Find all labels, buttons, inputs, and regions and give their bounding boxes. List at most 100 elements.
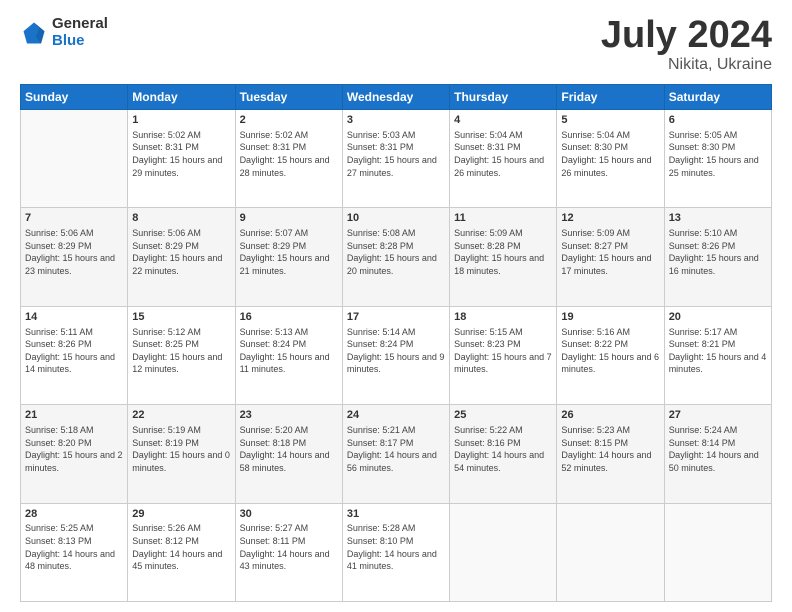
col-saturday: Saturday — [664, 85, 771, 110]
day-number: 16 — [240, 310, 338, 325]
day-info: Sunrise: 5:27 AMSunset: 8:11 PMDaylight:… — [240, 522, 338, 572]
col-thursday: Thursday — [450, 85, 557, 110]
col-sunday: Sunday — [21, 85, 128, 110]
day-info: Sunrise: 5:11 AMSunset: 8:26 PMDaylight:… — [25, 326, 123, 376]
title-block: July 2024 Nikita, Ukraine — [601, 16, 772, 74]
day-info: Sunrise: 5:15 AMSunset: 8:23 PMDaylight:… — [454, 326, 552, 376]
day-info: Sunrise: 5:18 AMSunset: 8:20 PMDaylight:… — [25, 424, 123, 474]
table-row: 3Sunrise: 5:03 AMSunset: 8:31 PMDaylight… — [342, 110, 449, 208]
day-number: 31 — [347, 507, 445, 522]
day-number: 5 — [561, 113, 659, 128]
day-info: Sunrise: 5:28 AMSunset: 8:10 PMDaylight:… — [347, 522, 445, 572]
table-row: 7Sunrise: 5:06 AMSunset: 8:29 PMDaylight… — [21, 208, 128, 306]
day-number: 7 — [25, 211, 123, 226]
table-row: 2Sunrise: 5:02 AMSunset: 8:31 PMDaylight… — [235, 110, 342, 208]
table-row: 5Sunrise: 5:04 AMSunset: 8:30 PMDaylight… — [557, 110, 664, 208]
day-info: Sunrise: 5:16 AMSunset: 8:22 PMDaylight:… — [561, 326, 659, 376]
day-number: 12 — [561, 211, 659, 226]
calendar-week-row: 7Sunrise: 5:06 AMSunset: 8:29 PMDaylight… — [21, 208, 772, 306]
day-number: 4 — [454, 113, 552, 128]
table-row: 23Sunrise: 5:20 AMSunset: 8:18 PMDayligh… — [235, 405, 342, 503]
day-info: Sunrise: 5:02 AMSunset: 8:31 PMDaylight:… — [132, 129, 230, 179]
day-number: 22 — [132, 408, 230, 423]
calendar-week-row: 28Sunrise: 5:25 AMSunset: 8:13 PMDayligh… — [21, 503, 772, 601]
table-row: 9Sunrise: 5:07 AMSunset: 8:29 PMDaylight… — [235, 208, 342, 306]
day-info: Sunrise: 5:06 AMSunset: 8:29 PMDaylight:… — [132, 227, 230, 277]
day-info: Sunrise: 5:14 AMSunset: 8:24 PMDaylight:… — [347, 326, 445, 376]
day-info: Sunrise: 5:04 AMSunset: 8:30 PMDaylight:… — [561, 129, 659, 179]
day-info: Sunrise: 5:22 AMSunset: 8:16 PMDaylight:… — [454, 424, 552, 474]
day-info: Sunrise: 5:10 AMSunset: 8:26 PMDaylight:… — [669, 227, 767, 277]
table-row: 29Sunrise: 5:26 AMSunset: 8:12 PMDayligh… — [128, 503, 235, 601]
logo: General Blue — [20, 16, 108, 49]
day-number: 2 — [240, 113, 338, 128]
table-row: 10Sunrise: 5:08 AMSunset: 8:28 PMDayligh… — [342, 208, 449, 306]
calendar-table: Sunday Monday Tuesday Wednesday Thursday… — [20, 84, 772, 602]
table-row — [21, 110, 128, 208]
table-row: 27Sunrise: 5:24 AMSunset: 8:14 PMDayligh… — [664, 405, 771, 503]
day-info: Sunrise: 5:17 AMSunset: 8:21 PMDaylight:… — [669, 326, 767, 376]
col-friday: Friday — [557, 85, 664, 110]
day-info: Sunrise: 5:04 AMSunset: 8:31 PMDaylight:… — [454, 129, 552, 179]
table-row: 26Sunrise: 5:23 AMSunset: 8:15 PMDayligh… — [557, 405, 664, 503]
day-info: Sunrise: 5:23 AMSunset: 8:15 PMDaylight:… — [561, 424, 659, 474]
day-info: Sunrise: 5:06 AMSunset: 8:29 PMDaylight:… — [25, 227, 123, 277]
day-number: 25 — [454, 408, 552, 423]
calendar-week-row: 1Sunrise: 5:02 AMSunset: 8:31 PMDaylight… — [21, 110, 772, 208]
day-number: 6 — [669, 113, 767, 128]
table-row — [557, 503, 664, 601]
day-number: 28 — [25, 507, 123, 522]
calendar-header-row: Sunday Monday Tuesday Wednesday Thursday… — [21, 85, 772, 110]
day-info: Sunrise: 5:03 AMSunset: 8:31 PMDaylight:… — [347, 129, 445, 179]
day-info: Sunrise: 5:05 AMSunset: 8:30 PMDaylight:… — [669, 129, 767, 179]
table-row: 1Sunrise: 5:02 AMSunset: 8:31 PMDaylight… — [128, 110, 235, 208]
calendar-week-row: 14Sunrise: 5:11 AMSunset: 8:26 PMDayligh… — [21, 306, 772, 404]
day-info: Sunrise: 5:19 AMSunset: 8:19 PMDaylight:… — [132, 424, 230, 474]
day-info: Sunrise: 5:09 AMSunset: 8:28 PMDaylight:… — [454, 227, 552, 277]
day-number: 3 — [347, 113, 445, 128]
table-row — [450, 503, 557, 601]
day-number: 19 — [561, 310, 659, 325]
table-row: 24Sunrise: 5:21 AMSunset: 8:17 PMDayligh… — [342, 405, 449, 503]
table-row: 14Sunrise: 5:11 AMSunset: 8:26 PMDayligh… — [21, 306, 128, 404]
day-info: Sunrise: 5:12 AMSunset: 8:25 PMDaylight:… — [132, 326, 230, 376]
day-number: 9 — [240, 211, 338, 226]
day-number: 15 — [132, 310, 230, 325]
day-number: 27 — [669, 408, 767, 423]
day-number: 21 — [25, 408, 123, 423]
day-info: Sunrise: 5:09 AMSunset: 8:27 PMDaylight:… — [561, 227, 659, 277]
table-row: 15Sunrise: 5:12 AMSunset: 8:25 PMDayligh… — [128, 306, 235, 404]
col-wednesday: Wednesday — [342, 85, 449, 110]
day-number: 11 — [454, 211, 552, 226]
day-number: 20 — [669, 310, 767, 325]
page: General Blue July 2024 Nikita, Ukraine S… — [0, 0, 792, 612]
day-info: Sunrise: 5:13 AMSunset: 8:24 PMDaylight:… — [240, 326, 338, 376]
day-number: 23 — [240, 408, 338, 423]
day-number: 24 — [347, 408, 445, 423]
table-row: 17Sunrise: 5:14 AMSunset: 8:24 PMDayligh… — [342, 306, 449, 404]
day-info: Sunrise: 5:25 AMSunset: 8:13 PMDaylight:… — [25, 522, 123, 572]
table-row: 19Sunrise: 5:16 AMSunset: 8:22 PMDayligh… — [557, 306, 664, 404]
table-row: 4Sunrise: 5:04 AMSunset: 8:31 PMDaylight… — [450, 110, 557, 208]
day-number: 18 — [454, 310, 552, 325]
table-row: 31Sunrise: 5:28 AMSunset: 8:10 PMDayligh… — [342, 503, 449, 601]
logo-blue-text: Blue — [52, 33, 108, 50]
day-info: Sunrise: 5:24 AMSunset: 8:14 PMDaylight:… — [669, 424, 767, 474]
table-row: 20Sunrise: 5:17 AMSunset: 8:21 PMDayligh… — [664, 306, 771, 404]
table-row — [664, 503, 771, 601]
day-number: 1 — [132, 113, 230, 128]
table-row: 6Sunrise: 5:05 AMSunset: 8:30 PMDaylight… — [664, 110, 771, 208]
day-number: 30 — [240, 507, 338, 522]
day-info: Sunrise: 5:02 AMSunset: 8:31 PMDaylight:… — [240, 129, 338, 179]
calendar-week-row: 21Sunrise: 5:18 AMSunset: 8:20 PMDayligh… — [21, 405, 772, 503]
col-monday: Monday — [128, 85, 235, 110]
table-row: 18Sunrise: 5:15 AMSunset: 8:23 PMDayligh… — [450, 306, 557, 404]
day-info: Sunrise: 5:26 AMSunset: 8:12 PMDaylight:… — [132, 522, 230, 572]
logo-icon — [20, 19, 48, 47]
table-row: 22Sunrise: 5:19 AMSunset: 8:19 PMDayligh… — [128, 405, 235, 503]
title-location: Nikita, Ukraine — [601, 56, 772, 74]
table-row: 28Sunrise: 5:25 AMSunset: 8:13 PMDayligh… — [21, 503, 128, 601]
day-info: Sunrise: 5:08 AMSunset: 8:28 PMDaylight:… — [347, 227, 445, 277]
col-tuesday: Tuesday — [235, 85, 342, 110]
table-row: 16Sunrise: 5:13 AMSunset: 8:24 PMDayligh… — [235, 306, 342, 404]
